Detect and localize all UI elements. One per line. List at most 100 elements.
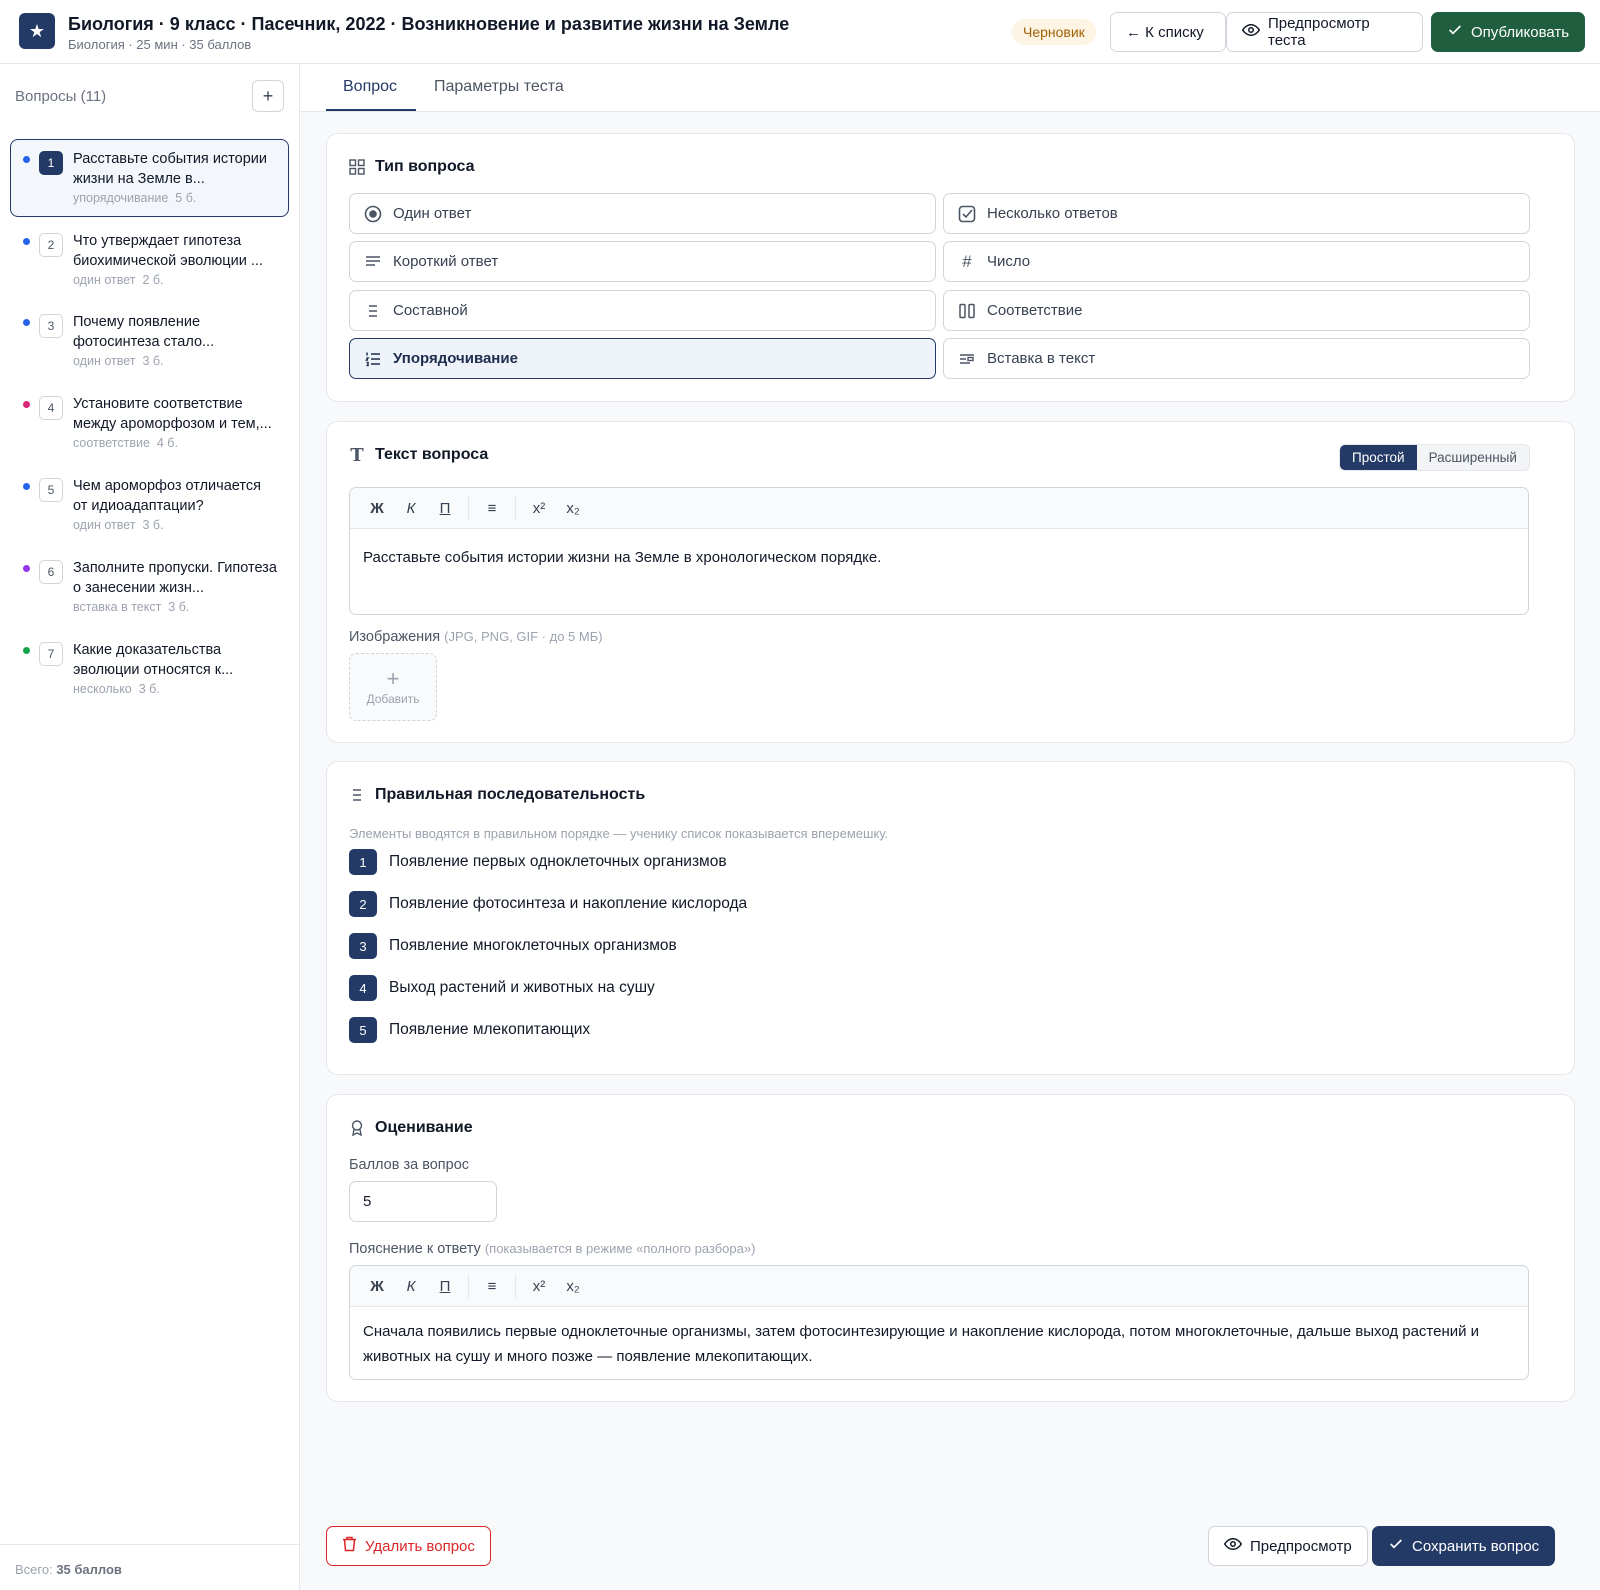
images-label-text: Изображения [349,629,441,645]
superscript-button[interactable]: x² [522,1272,556,1300]
sequence-text[interactable]: Появление фотосинтеза и накопление кисло… [389,895,747,913]
type-multiple-answers[interactable]: Несколько ответов [943,193,1530,234]
question-item-3[interactable]: 3 Почему появление фотосинтеза стало... … [10,302,289,380]
underline-button[interactable]: П [428,1272,462,1300]
question-text: Почему появление фотосинтеза стало... [73,314,215,350]
explanation-body[interactable]: Сначала появились первые одноклеточные о… [350,1307,1528,1379]
grid-icon [349,159,365,175]
underline-button[interactable]: П [428,494,462,522]
type-number[interactable]: # Число [943,241,1530,282]
question-type: соответствие [73,436,150,450]
hash-icon: # [962,251,972,271]
question-text: Расставьте события истории жизни на Земл… [73,151,267,187]
grading-title: Оценивание [349,1119,473,1137]
question-text-body[interactable]: Расставьте события истории жизни на Земл… [350,529,1528,586]
question-text-title-text: Текст вопроса [375,446,489,463]
award-icon [349,1120,365,1136]
sequence-number: 5 [349,1017,377,1043]
question-type-dot [23,565,30,572]
total-prefix: Всего: [15,1562,57,1577]
bold-button[interactable]: Ж [360,1272,394,1300]
tab-bar: Вопрос Параметры теста [300,64,1600,112]
question-number: 7 [39,642,63,666]
list-icon [349,787,365,803]
publish-button[interactable]: Опубликовать [1431,12,1585,52]
sequence-text[interactable]: Появление первых одноклеточных организмо… [389,853,727,871]
type-insert-text[interactable]: Вставка в текст [943,338,1530,379]
total-value: 35 баллов [56,1562,122,1577]
add-image-button[interactable]: + Добавить [349,653,437,721]
save-question-label: Сохранить вопрос [1412,1537,1540,1555]
test-subtitle: Биология · 25 мин · 35 баллов [68,37,252,52]
type-short-answer[interactable]: Короткий ответ [349,241,936,282]
question-points: 2 б. [142,273,164,287]
question-points: 4 б. [156,436,178,450]
text-type-icon: T [350,444,364,466]
delete-question-button[interactable]: Удалить вопрос [326,1526,491,1566]
columns-icon [958,302,976,320]
question-item-6[interactable]: 6 Заполните пропуски. Гипотеза о занесен… [10,548,289,626]
sequence-item: 2 Появление фотосинтеза и накопление кис… [349,891,747,917]
question-number: 4 [39,396,63,420]
superscript-button[interactable]: x² [522,494,556,522]
question-item-4[interactable]: 4 Установите соответствие между ароморфо… [10,384,289,462]
tab-test-settings[interactable]: Параметры теста [434,78,564,96]
radio-icon [364,205,382,223]
question-item-1[interactable]: 1 Расставьте события истории жизни на Зе… [10,139,289,217]
question-number: 5 [39,478,63,502]
text-lines-icon [364,253,382,271]
sequence-item: 4 Выход растений и животных на сушу [349,975,655,1001]
list-button[interactable]: ≡ [475,1272,509,1300]
preview-test-button[interactable]: Предпросмотр теста [1226,12,1423,52]
type-ordering[interactable]: Упорядочивание [349,338,936,379]
question-type-dot [23,401,30,408]
subscript-button[interactable]: x₂ [556,1272,590,1300]
toolbar-divider [515,496,516,520]
add-image-label: Добавить [366,692,420,706]
question-type-dot [23,483,30,490]
back-to-list-button[interactable]: ← К списку [1110,12,1226,52]
question-type-title: Тип вопроса [349,158,475,176]
question-item-5[interactable]: 5 Чем ароморфоз отличается от идиоадапта… [10,466,289,544]
explanation-editor: Ж К П ≡ x² x₂ Сначала появились первые о… [349,1265,1529,1380]
question-number: 1 [39,151,63,175]
question-text: Чем ароморфоз отличается от идиоадаптаци… [73,478,261,514]
add-question-button[interactable]: + [252,80,284,112]
type-composite[interactable]: Составной [349,290,936,331]
question-text-editor: Ж К П ≡ x² x₂ Расставьте события истории… [349,487,1529,615]
sequence-card: Правильная последовательность Элементы в… [326,761,1575,1075]
question-item-7[interactable]: 7 Какие доказательства эволюции относятс… [10,630,289,708]
type-label: Число [987,253,1031,270]
top-bar: ★ Биология · 9 класс · Пасечник, 2022 · … [0,0,1600,64]
question-type: вставка в текст [73,600,162,614]
question-type-dot [23,238,30,245]
active-tab-indicator [326,109,416,111]
question-item-2[interactable]: 2 Что утверждает гипотеза биохимической … [10,221,289,299]
italic-button[interactable]: К [394,1272,428,1300]
sequence-text[interactable]: Появление млекопитающих [389,1021,590,1039]
toolbar-divider [468,496,469,520]
sequence-text[interactable]: Появление многоклеточных организмов [389,937,677,955]
toolbar-divider [515,1274,516,1298]
tab-question[interactable]: Вопрос [343,78,397,96]
question-type: один ответ [73,273,136,287]
subscript-button[interactable]: x₂ [556,494,590,522]
editor-toolbar: Ж К П ≡ x² x₂ [350,1266,1528,1307]
sequence-text[interactable]: Выход растений и животных на сушу [389,979,655,997]
mode-advanced[interactable]: Расширенный [1417,445,1529,470]
save-question-button[interactable]: Сохранить вопрос [1372,1526,1556,1566]
question-meta: вставка в текст 3 б. [73,600,189,614]
mode-simple[interactable]: Простой [1340,445,1417,470]
preview-button[interactable]: Предпросмотр [1208,1526,1368,1566]
type-label: Соответствие [987,302,1083,319]
bold-button[interactable]: Ж [360,494,394,522]
points-label: Баллов за вопрос [349,1157,470,1173]
type-matching[interactable]: Соответствие [943,290,1530,331]
list-button[interactable]: ≡ [475,494,509,522]
type-single-answer[interactable]: Один ответ [349,193,936,234]
points-input[interactable]: 5 [349,1181,497,1222]
question-text: Заполните пропуски. Гипотеза о занесении… [73,560,277,596]
italic-button[interactable]: К [394,494,428,522]
test-title: Биология · 9 класс · Пасечник, 2022 · Во… [68,14,790,34]
questions-sidebar: Вопросы (11) + 1 Расставьте события исто… [0,64,300,1590]
